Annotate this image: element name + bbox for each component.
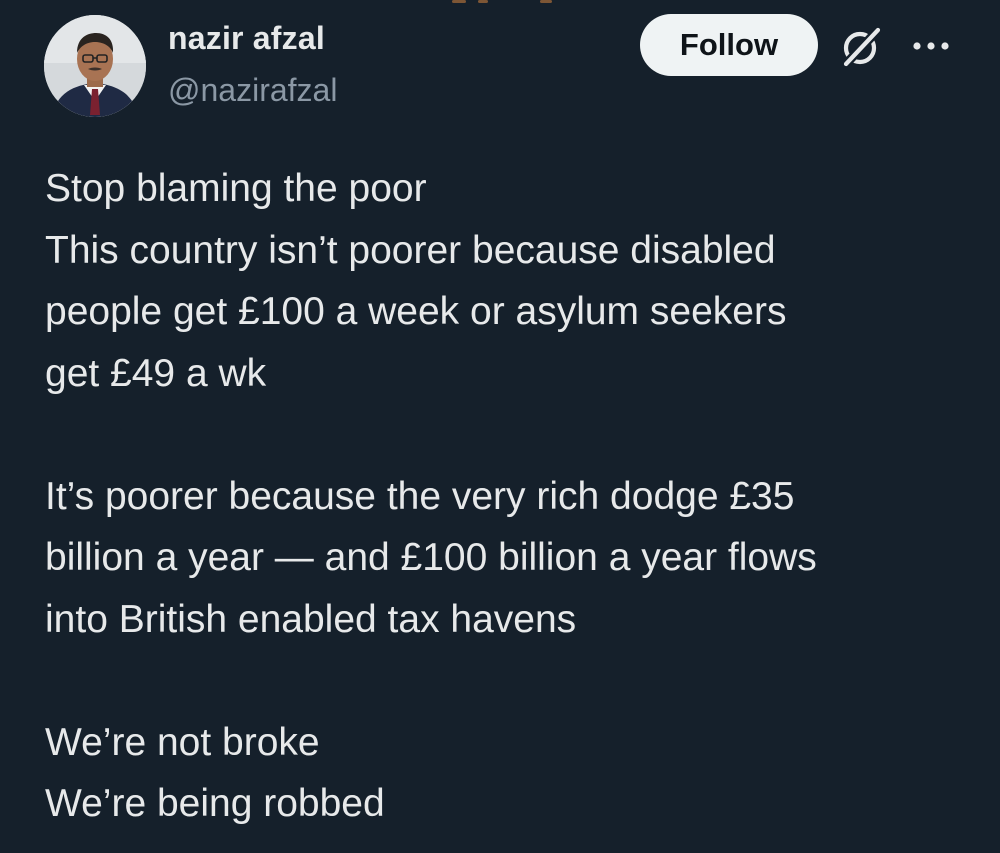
tweet-line: We’re being robbed: [45, 782, 385, 825]
avatar[interactable]: [44, 15, 146, 117]
author-handle[interactable]: @nazirafzal: [168, 72, 337, 109]
tweet-header: nazir afzal @nazirafzal Follow: [0, 0, 1000, 130]
author-name[interactable]: nazir afzal: [168, 20, 325, 57]
tweet-line: into British enabled tax havens: [45, 597, 577, 641]
tweet-line: It’s poorer because the very rich dodge …: [45, 474, 795, 518]
profile-photo-icon: [44, 15, 146, 117]
tweet-line: people get £100 a week or asylum seekers: [45, 290, 787, 333]
grok-icon[interactable]: [838, 24, 884, 70]
follow-button[interactable]: Follow: [640, 14, 818, 76]
follow-button-label: Follow: [679, 27, 779, 62]
more-options-icon[interactable]: [908, 26, 954, 66]
tweet-line: Stop blaming the poor: [45, 167, 427, 210]
tweet-line: This country isn’t poorer because disabl…: [45, 228, 776, 272]
tweet-line: We’re not broke: [45, 720, 320, 764]
tweet-line: get £49 a wk: [45, 351, 267, 395]
tweet-line: billion a year — and £100 billion a year…: [45, 536, 817, 579]
tweet-text: Stop blaming the poor This country isn’t…: [45, 158, 975, 835]
